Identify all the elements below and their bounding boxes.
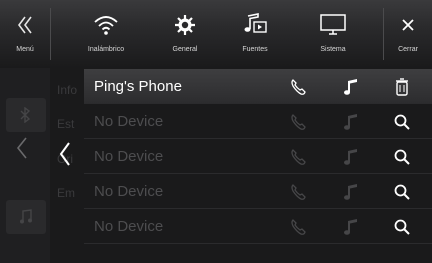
menu-label: Menú — [16, 46, 34, 53]
wifi-icon — [62, 10, 150, 40]
close-label: Cerrar — [398, 46, 418, 53]
music-note-icon — [340, 216, 362, 238]
device-name: No Device — [94, 148, 164, 165]
search-icon[interactable] — [391, 216, 413, 238]
phone-icon[interactable] — [287, 76, 309, 98]
tab-sources[interactable]: Fuentes — [220, 0, 290, 68]
device-row[interactable]: No Device — [84, 104, 432, 139]
background-label: Est — [57, 117, 75, 131]
system-label: Sistema — [320, 46, 346, 53]
tab-wireless[interactable]: Inalámbrico — [62, 0, 150, 68]
tab-general[interactable]: General — [150, 0, 220, 68]
device-name: No Device — [94, 183, 164, 200]
device-row[interactable]: No Device — [84, 209, 432, 244]
music-note-icon — [340, 146, 362, 168]
phone-icon — [287, 181, 309, 203]
background-label: Em — [57, 186, 75, 200]
background-back-icon — [14, 136, 34, 165]
background-label: Info — [57, 83, 78, 97]
sources-label: Fuentes — [242, 46, 268, 53]
trash-icon[interactable] — [391, 76, 413, 98]
close-button[interactable]: Cerrar — [384, 0, 432, 68]
music-video-icon — [220, 10, 290, 40]
search-icon[interactable] — [391, 181, 413, 203]
back-button[interactable] — [56, 140, 76, 173]
device-name: Ping's Phone — [94, 78, 182, 95]
device-row[interactable]: No Device — [84, 139, 432, 174]
bluetooth-icon — [20, 107, 30, 123]
tab-system[interactable]: Sistema — [290, 0, 376, 68]
device-name: No Device — [94, 218, 164, 235]
music-tile — [6, 200, 46, 234]
music-note-icon[interactable] — [340, 76, 362, 98]
phone-icon — [287, 111, 309, 133]
device-row[interactable]: Ping's Phone — [84, 69, 432, 104]
wireless-label: Inalámbrico — [87, 46, 125, 53]
music-note-icon — [340, 181, 362, 203]
chevron-left-icon — [59, 142, 70, 166]
close-icon — [384, 10, 432, 40]
search-icon[interactable] — [391, 111, 413, 133]
bluetooth-tile — [6, 98, 46, 132]
menu-button[interactable]: Menú — [0, 0, 50, 68]
device-row[interactable]: No Device — [84, 174, 432, 209]
gear-icon — [150, 10, 220, 40]
search-icon[interactable] — [391, 146, 413, 168]
music-note-icon — [340, 111, 362, 133]
double-chevron-left-icon — [0, 10, 50, 40]
background-sidebar — [0, 68, 50, 263]
device-list: Ping's Phone No Device No Device No Devi… — [84, 69, 432, 244]
monitor-icon — [290, 10, 376, 40]
device-name: No Device — [94, 113, 164, 130]
general-label: General — [172, 46, 198, 53]
music-note-icon — [20, 209, 32, 224]
phone-icon — [287, 146, 309, 168]
top-bar: Menú Inalámbrico General Fuentes Sistema… — [0, 0, 432, 69]
phone-icon — [287, 216, 309, 238]
